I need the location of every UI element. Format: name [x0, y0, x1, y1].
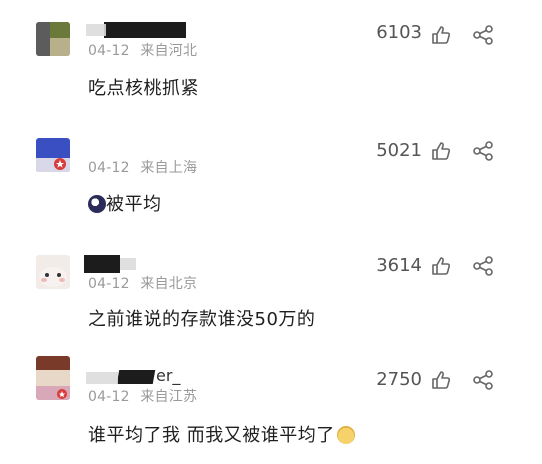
comment-meta: 04-12 来自北京: [88, 273, 197, 293]
emoji-icon: [336, 426, 355, 444]
comment-meta: 04-12 来自江苏: [88, 386, 197, 406]
share-icon[interactable]: [472, 140, 494, 162]
comment-location: 来自上海: [140, 160, 198, 176]
emoji-icon: [88, 195, 106, 213]
username[interactable]: er_: [156, 366, 180, 385]
comment-meta: 04-12 来自上海: [88, 157, 197, 177]
comment-text-content: 被平均: [106, 194, 162, 215]
thumbs-up-icon[interactable]: [430, 255, 452, 277]
comment-meta: 04-12 来自河北: [88, 40, 197, 60]
comment-date: 04-12: [88, 276, 130, 292]
username-blur: [86, 24, 106, 36]
comment-text: 之前谁说的存款谁没50万的: [88, 309, 316, 330]
comment-location: 来自北京: [140, 276, 198, 292]
like-count: 5021: [376, 140, 422, 161]
thumbs-up-icon[interactable]: [430, 369, 452, 391]
comment-text: 谁平均了我 而我又被谁平均了: [88, 421, 355, 447]
avatar[interactable]: [36, 255, 70, 289]
username-redacted: [104, 22, 186, 38]
share-icon[interactable]: [472, 369, 494, 391]
comment-date: 04-12: [88, 43, 130, 59]
comment-date: 04-12: [88, 160, 130, 176]
username-blur: [86, 372, 118, 384]
comment-date: 04-12: [88, 389, 130, 405]
avatar[interactable]: [36, 22, 70, 56]
comment-text: 吃点核桃抓紧: [88, 78, 199, 99]
username-redacted: [84, 255, 120, 273]
thumbs-up-icon[interactable]: [430, 140, 452, 162]
avatar[interactable]: [36, 138, 70, 172]
comment-location: 来自江苏: [140, 389, 198, 405]
like-count: 2750: [376, 369, 422, 390]
comment-text-content: 谁平均了我 而我又被谁平均了: [88, 425, 335, 446]
like-count: 3614: [376, 255, 422, 276]
share-icon[interactable]: [472, 24, 494, 46]
comment-location: 来自河北: [140, 43, 198, 59]
share-icon[interactable]: [472, 255, 494, 277]
thumbs-up-icon[interactable]: [430, 24, 452, 46]
username-redacted: [116, 370, 156, 384]
username-blur: [120, 258, 136, 270]
comment-text: 被平均: [88, 190, 162, 216]
like-count: 6103: [376, 22, 422, 43]
avatar[interactable]: [36, 356, 70, 400]
